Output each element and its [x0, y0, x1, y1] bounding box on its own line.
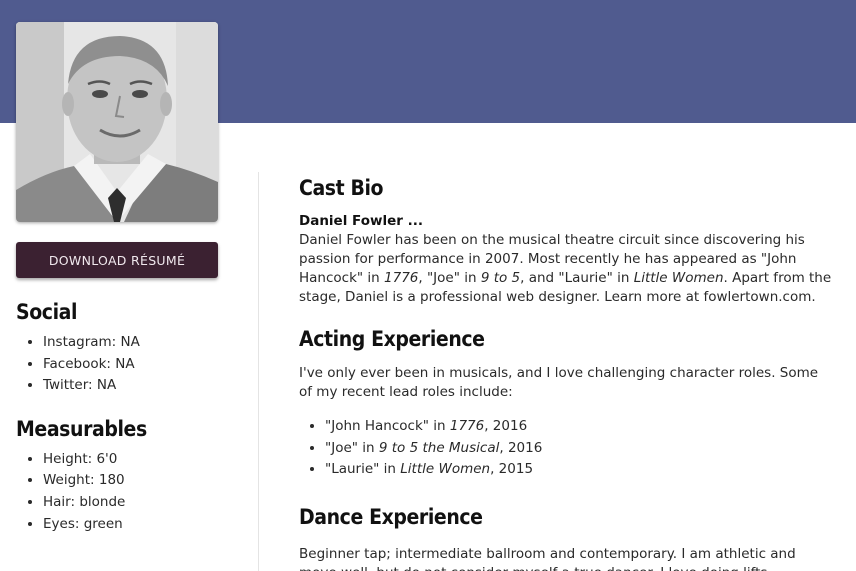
measurables-heading: Measurables	[16, 416, 147, 441]
role-show: 9 to 5 the Musical	[378, 439, 500, 456]
download-resume-button[interactable]: DOWNLOAD RÉSUMÉ	[16, 242, 218, 278]
role-item: "Joe" in 9 to 5 the Musical, 2016	[325, 438, 834, 460]
role-year: , 2016	[499, 439, 543, 456]
role-name: "John Hancock" in	[325, 418, 450, 434]
measurable-eyes: Eyes: green	[43, 514, 218, 536]
role-year: , 2016	[484, 418, 528, 434]
bio-show-title: 9 to 5	[480, 270, 521, 286]
roles-list: "John Hancock" in 1776, 2016 "Joe" in 9 …	[299, 416, 834, 481]
profile-photo	[16, 22, 218, 222]
role-show: Little Women	[400, 461, 491, 478]
social-list: Instagram: NA Facebook: NA Twitter: NA	[16, 332, 218, 397]
dance-text: Beginner tap; intermediate ballroom and …	[299, 545, 796, 571]
acting-experience-heading: Acting Experience	[299, 327, 485, 351]
cast-bio-heading: Cast Bio	[299, 176, 384, 200]
bio-text: Daniel Fowler has been on the musical th…	[299, 231, 834, 307]
social-item-twitter: Twitter: NA	[43, 375, 218, 397]
bio-text-part: , "Joe" in	[418, 270, 481, 286]
bio-show-title: Little Women	[633, 270, 724, 286]
main-content: Cast Bio Daniel Fowler ... Daniel Fowler…	[299, 176, 834, 571]
bio-name: Daniel Fowler ...	[299, 213, 423, 229]
dance-experience-heading: Dance Experience	[299, 504, 483, 529]
sidebar: DOWNLOAD RÉSUMÉ Social Instagram: NA Fac…	[16, 22, 218, 535]
bio-text-part: , and "Laurie" in	[520, 270, 634, 286]
role-item: "Laurie" in Little Women, 2015	[325, 459, 834, 481]
measurable-height: Height: 6'0	[43, 449, 218, 471]
acting-intro: I've only ever been in musicals, and I l…	[299, 365, 819, 400]
role-item: "John Hancock" in 1776, 2016	[325, 416, 834, 438]
measurable-hair: Hair: blonde	[43, 492, 218, 514]
measurables-list: Height: 6'0 Weight: 180 Hair: blonde Eye…	[16, 449, 218, 535]
column-divider	[258, 172, 259, 571]
measurable-weight: Weight: 180	[43, 470, 218, 492]
social-item-instagram: Instagram: NA	[43, 332, 218, 354]
role-name: "Joe" in	[325, 439, 379, 456]
social-heading: Social	[16, 300, 78, 324]
role-show: 1776	[449, 418, 485, 434]
bio-show-title: 1776	[384, 270, 419, 286]
role-year: , 2015	[490, 461, 534, 478]
role-name: "Laurie" in	[325, 461, 401, 478]
social-item-facebook: Facebook: NA	[43, 354, 218, 376]
